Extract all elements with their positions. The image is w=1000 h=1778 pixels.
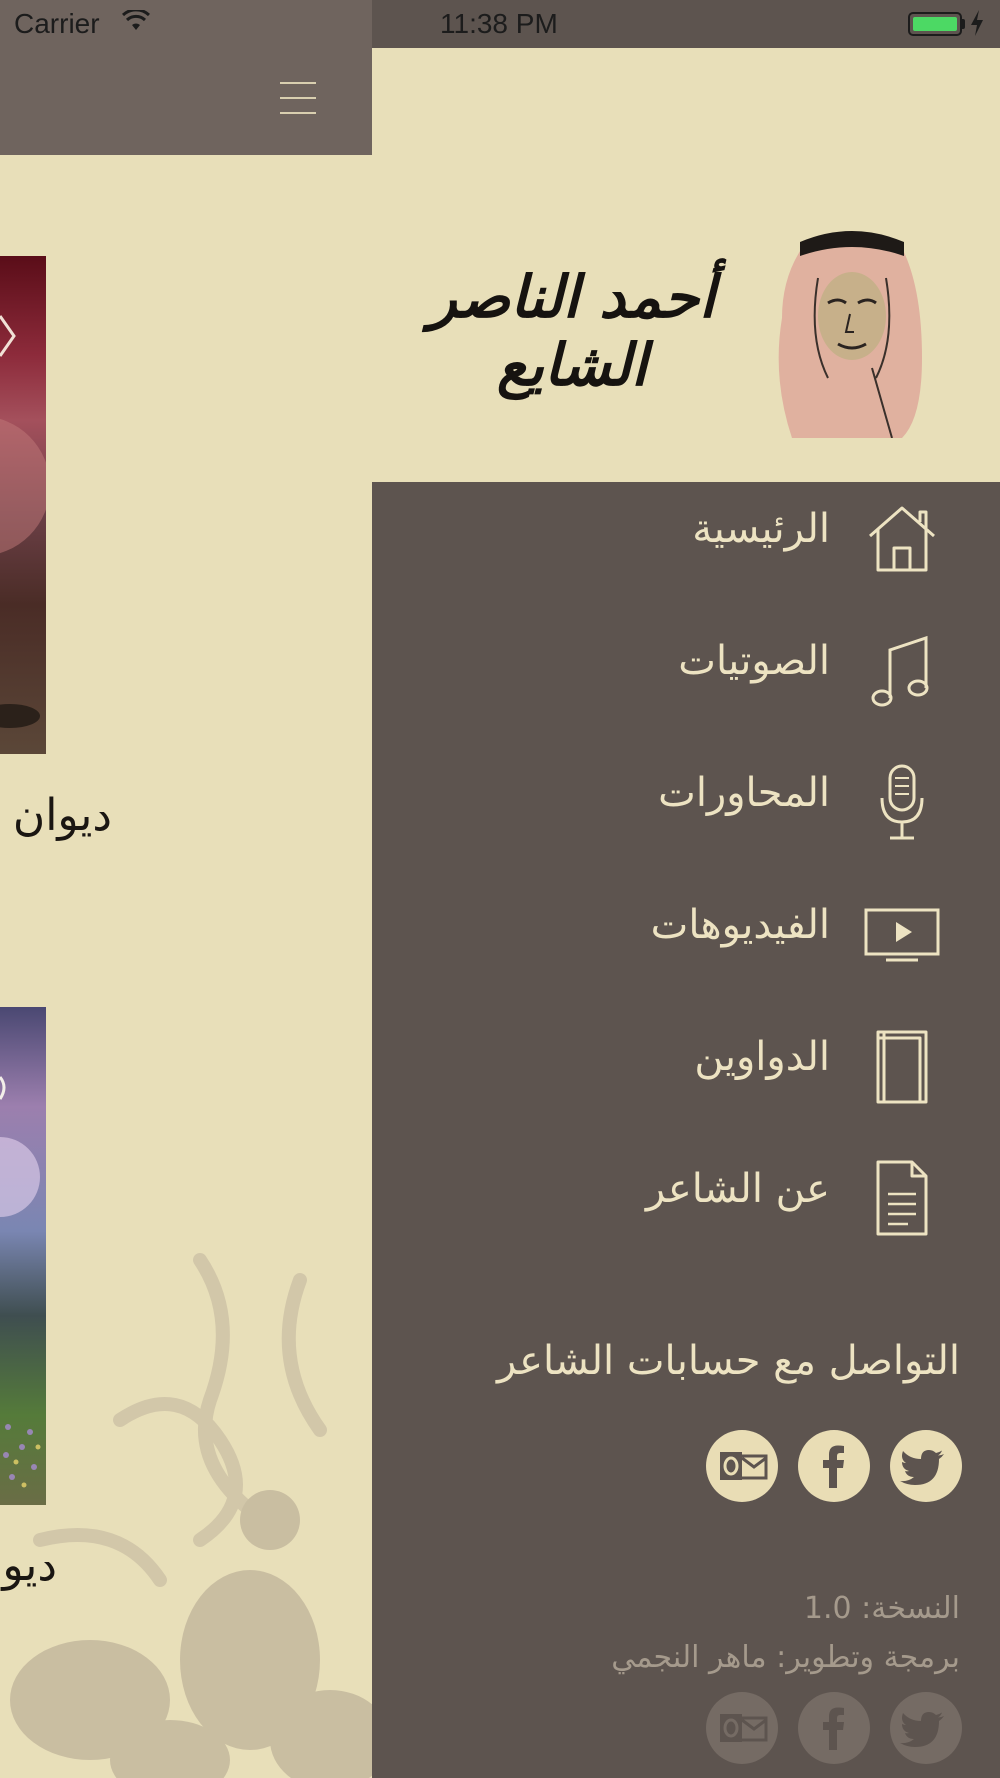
poet-name-logo: أحمد الناصر الشايع bbox=[428, 263, 717, 399]
poet-portrait bbox=[778, 231, 922, 438]
side-drawer: أحمد الناصر الشايع الرئيسية الصوتيات الم… bbox=[372, 48, 1000, 1778]
facebook-button[interactable] bbox=[798, 1430, 870, 1502]
main-content: ديوان ديو bbox=[0, 0, 372, 1778]
music-note-icon bbox=[871, 635, 929, 707]
hamburger-menu-icon[interactable] bbox=[280, 82, 316, 114]
social-section-title: التواصل مع حسابات الشاعر bbox=[497, 1338, 960, 1384]
menu-item-label: الدواوين bbox=[694, 1034, 830, 1080]
outlook-button[interactable] bbox=[706, 1430, 778, 1502]
twitter-button[interactable] bbox=[890, 1430, 962, 1502]
calligraphy-background bbox=[10, 1253, 372, 1778]
menu-item-label: الفيديوهات bbox=[650, 902, 830, 948]
microphone-icon bbox=[880, 764, 924, 840]
menu-item-audio[interactable]: الصوتيات bbox=[372, 614, 1000, 724]
twitter-icon bbox=[900, 1712, 944, 1747]
clock: 11:38 PM bbox=[440, 8, 558, 39]
developer-twitter-button[interactable] bbox=[890, 1692, 962, 1764]
book-icon bbox=[876, 1030, 928, 1104]
outlook-icon bbox=[720, 1714, 768, 1742]
menu-item-about[interactable]: عن الشاعر bbox=[372, 1142, 1000, 1252]
diwan-cover-image[interactable] bbox=[0, 256, 50, 754]
menu-item-label: عن الشاعر bbox=[645, 1166, 830, 1212]
home-icon bbox=[869, 506, 935, 572]
app-version: النسخة: 1.0 bbox=[803, 1591, 960, 1626]
twitter-icon bbox=[900, 1450, 944, 1485]
menu-item-home[interactable]: الرئيسية bbox=[372, 482, 1000, 592]
developer-facebook-button[interactable] bbox=[798, 1692, 870, 1764]
video-icon bbox=[864, 908, 940, 962]
developer-credits: برمجة وتطوير: ماهر النجمي bbox=[611, 1640, 960, 1675]
menu-item-label: المحاورات bbox=[658, 770, 830, 816]
menu-item-diwans[interactable]: الدواوين bbox=[372, 1010, 1000, 1120]
charging-bolt-icon bbox=[971, 10, 983, 36]
carrier-label: Carrier bbox=[14, 8, 100, 39]
developer-outlook-button[interactable] bbox=[706, 1692, 778, 1764]
menu-item-label: الصوتيات bbox=[678, 638, 830, 684]
drawer-header: أحمد الناصر الشايع bbox=[372, 48, 1000, 482]
facebook-icon bbox=[823, 1707, 844, 1750]
battery-icon bbox=[908, 12, 962, 36]
status-bar: Carrier 11:38 PM bbox=[0, 0, 1000, 48]
menu-item-label: الرئيسية bbox=[692, 506, 830, 552]
menu-item-dialogues[interactable]: المحاورات bbox=[372, 746, 1000, 856]
outlook-icon bbox=[720, 1452, 768, 1480]
menu-item-videos[interactable]: الفيديوهات bbox=[372, 878, 1000, 988]
document-icon bbox=[876, 1160, 928, 1236]
facebook-icon bbox=[823, 1445, 844, 1488]
wifi-icon bbox=[122, 10, 150, 30]
card-title[interactable]: ديوان bbox=[0, 790, 112, 841]
